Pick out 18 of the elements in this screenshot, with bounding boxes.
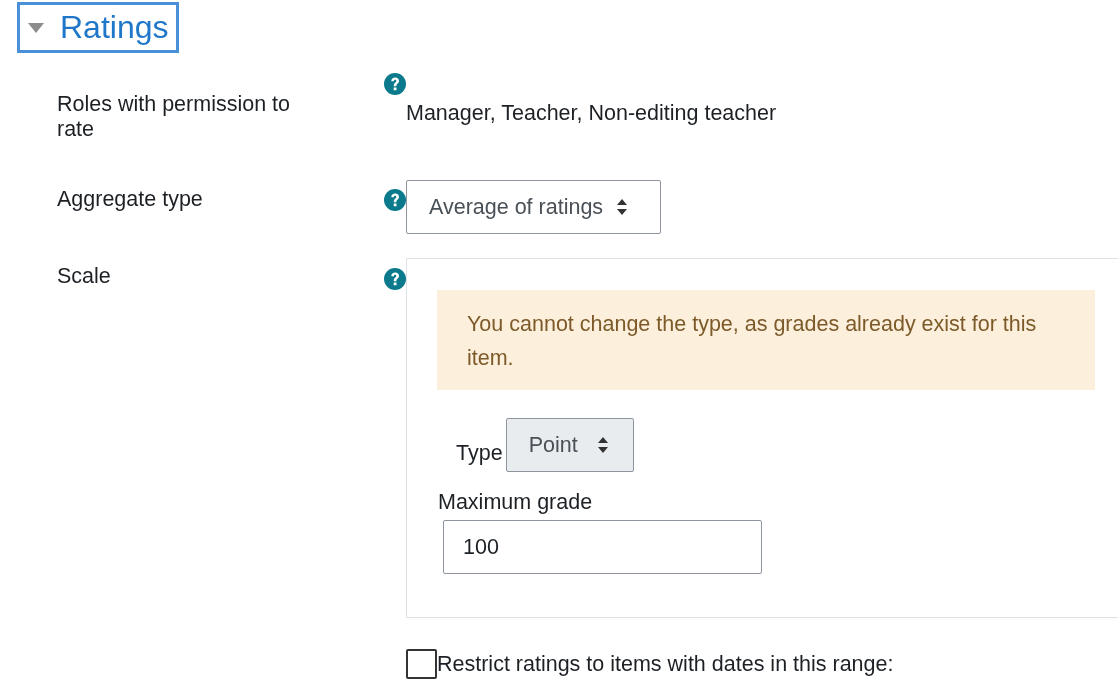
field-label: Aggregate type <box>57 186 204 213</box>
checkbox[interactable] <box>406 649 437 679</box>
caret-icon <box>617 199 628 215</box>
caret-icon <box>597 437 608 453</box>
help-icon[interactable] <box>384 268 406 290</box>
field-label: Roles with permission to rate <box>57 92 291 143</box>
warning-alert: You cannot change the type, as grades already exist for this item. <box>437 290 1095 390</box>
max-grade-label: Maximum grade <box>437 490 594 515</box>
caret-icon <box>28 22 44 33</box>
section-toggle[interactable]: Ratings <box>17 2 179 53</box>
type-label: Type <box>456 441 504 467</box>
field-value: Manager, Teacher, Non-editing teacher <box>406 100 778 127</box>
checkbox-label: Restrict ratings to items with dates in this range: <box>437 651 894 677</box>
max-grade-field[interactable]: 100 <box>443 520 762 574</box>
aggregate-select[interactable]: Average of ratings <box>406 180 661 234</box>
help-icon[interactable] <box>384 189 406 211</box>
help-icon[interactable] <box>384 73 406 95</box>
field-label: Scale <box>57 263 112 290</box>
